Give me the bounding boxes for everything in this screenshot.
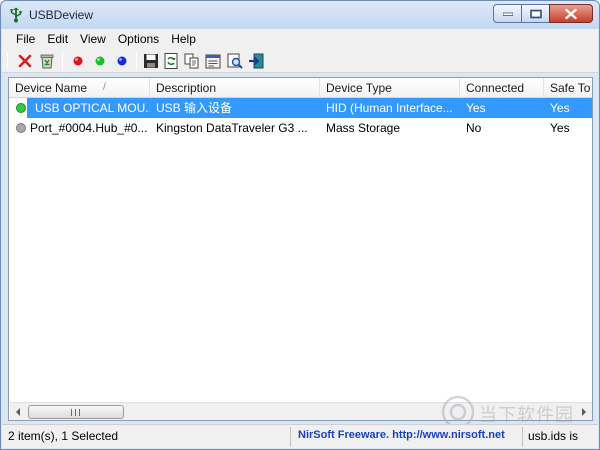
recycle-device-icon[interactable] [38,52,56,70]
scroll-left-icon[interactable] [10,404,27,420]
toolbar-separator [62,52,63,70]
menu-edit[interactable]: Edit [41,29,74,49]
cell-device-name: USB OPTICAL MOU... [35,101,150,115]
scrollbar-thumb[interactable] [28,405,124,419]
column-header-connected[interactable]: Connected [460,78,544,98]
close-icon [565,8,577,19]
status-divider [290,427,291,447]
cell-description: USB 输入设备 [156,101,233,115]
title-bar[interactable]: USBDeview [1,1,599,29]
cell-device-type: HID (Human Interface... [326,101,453,115]
cell-device-name: Port_#0004.Hub_#0... [30,121,148,135]
minimize-icon [502,12,513,16]
list-header: Device Name / Description Device Type Co… [9,78,592,98]
status-item-count: 2 item(s), 1 Selected [8,429,119,443]
connected-status-icon [16,103,26,113]
copy-icon[interactable] [183,52,201,70]
cell-description: Kingston DataTraveler G3 ... [156,121,308,135]
usb-app-icon [10,7,22,23]
column-header-device-name[interactable]: Device Name / [9,78,150,98]
status-bar: 2 item(s), 1 Selected NirSoft Freeware. … [2,424,598,448]
table-row[interactable]: Port_#0004.Hub_#0... Kingston DataTravel… [9,118,592,138]
nirsoft-link[interactable]: NirSoft Freeware. http://www.nirsoft.net [298,429,505,441]
red-dot-icon[interactable] [69,52,87,70]
table-row[interactable]: USB OPTICAL MOU... USB 输入设备 HID (Human I… [9,98,592,118]
blue-dot-icon[interactable] [113,52,131,70]
toolbar-separator [136,52,137,70]
cell-device-type: Mass Storage [326,121,401,135]
device-list[interactable]: Device Name / Description Device Type Co… [8,77,593,421]
column-header-label: Device Name [15,81,88,95]
uninstall-x-icon[interactable] [16,52,34,70]
toolbar [2,49,598,73]
exit-icon[interactable] [248,52,266,70]
window-title: USBDeview [29,8,94,22]
toolbar-separator [7,52,8,70]
cell-safe-to-unplug: Yes [550,121,570,135]
cell-safe-to-unplug: Yes [550,101,570,115]
maximize-icon [529,9,542,18]
cell-connected: No [466,121,482,135]
status-divider [522,427,523,447]
horizontal-scrollbar[interactable] [10,402,592,420]
refresh-icon[interactable] [162,52,180,70]
status-usb-ids: usb.ids is [528,429,579,443]
menu-view[interactable]: View [74,29,112,49]
app-window: USBDeview File Edit View Options Help De… [0,0,600,450]
menu-help[interactable]: Help [165,29,202,49]
menu-file[interactable]: File [10,29,41,49]
maximize-button[interactable] [521,4,549,23]
column-header-description[interactable]: Description [150,78,320,98]
close-button[interactable] [549,4,593,23]
grip-icon [71,409,80,416]
scroll-right-icon[interactable] [575,404,592,420]
minimize-button[interactable] [493,4,521,23]
menu-bar: File Edit View Options Help [2,29,598,49]
sort-indicator: / [103,82,106,93]
save-icon[interactable] [142,52,160,70]
menu-options[interactable]: Options [112,29,165,49]
find-icon[interactable] [226,52,244,70]
column-header-device-type[interactable]: Device Type [320,78,460,98]
column-header-safe-to-unplug[interactable]: Safe To [544,78,592,98]
green-dot-icon[interactable] [91,52,109,70]
cell-connected: Yes [466,101,486,115]
window-controls [493,4,593,24]
properties-icon[interactable] [204,52,222,70]
